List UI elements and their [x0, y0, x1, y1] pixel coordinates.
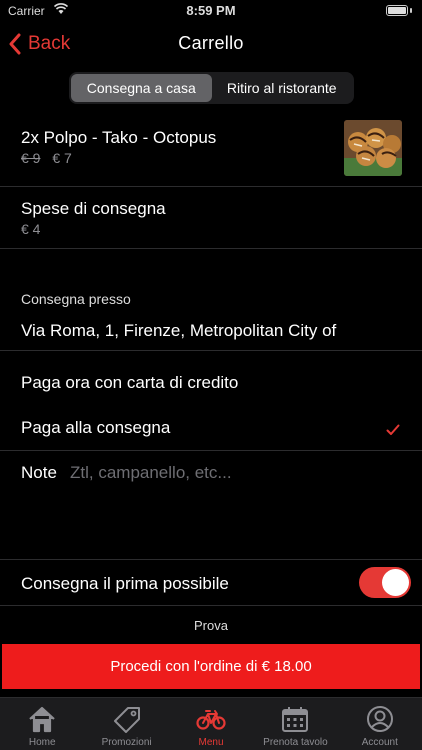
- asap-toggle[interactable]: [359, 567, 411, 598]
- note-row[interactable]: Note Ztl, campanello, etc...: [0, 451, 422, 559]
- tab-promotions-label: Promozioni: [101, 737, 152, 748]
- tab-book-table[interactable]: Prenota tavolo: [253, 698, 337, 750]
- tab-home-label: Home: [28, 737, 56, 748]
- tab-home[interactable]: Home: [0, 698, 84, 750]
- address-value: Via Roma, 1, Firenze, Metropolitan City …: [21, 321, 337, 340]
- navigation-bar: Back Carrello: [0, 22, 422, 66]
- asap-label: Consegna il prima possibile: [21, 574, 229, 593]
- account-icon: [366, 706, 393, 732]
- page-title: Carrello: [178, 33, 244, 53]
- delivery-mode-segmented-control: Consegna a casa Ritiro al ristorante: [69, 72, 354, 104]
- asap-row: Consegna il prima possibile: [0, 560, 422, 604]
- delivery-fee-price: € 4: [21, 221, 41, 237]
- product-image: [344, 120, 402, 176]
- payment-option-card[interactable]: Paga ora con carta di credito: [0, 351, 422, 396]
- tab-book-table-label: Prenota tavolo: [263, 737, 328, 748]
- footer-note: Prova: [194, 618, 228, 633]
- clock: 8:59 PM: [186, 3, 236, 18]
- battery-icon: [386, 5, 408, 16]
- checkmark-icon: [386, 424, 400, 435]
- status-bar: Carrier 8:59 PM: [0, 0, 422, 22]
- delivery-fee-label: Spese di consegna: [21, 199, 166, 218]
- note-label: Note: [21, 463, 57, 482]
- cart-content: 2x Polpo - Tako - Octopus € 9 € 7 Spese …: [0, 112, 422, 696]
- bicycle-icon: [196, 710, 226, 730]
- address-row[interactable]: Consegna presso Via Roma, 1, Firenze, Me…: [0, 249, 422, 350]
- battery-tip: [410, 8, 412, 13]
- tab-menu-label: Menu: [198, 737, 224, 748]
- address-label: Consegna presso: [21, 291, 131, 307]
- segment-home-delivery[interactable]: Consegna a casa: [71, 74, 212, 102]
- cart-item-old-price: € 9: [21, 150, 41, 166]
- tab-bar: Home Promozioni Menu Prenota tavolo Acco…: [0, 697, 422, 750]
- tab-account[interactable]: Account: [338, 698, 422, 750]
- payment-option-cash[interactable]: Paga alla consegna: [0, 396, 422, 450]
- tab-menu[interactable]: Menu: [169, 698, 253, 750]
- octopus-balls-image: [344, 120, 402, 176]
- cart-item-price: € 9 € 7: [21, 150, 72, 166]
- note-input[interactable]: Ztl, campanello, etc...: [70, 463, 232, 483]
- tab-promotions[interactable]: Promozioni: [84, 698, 168, 750]
- tag-icon: [113, 707, 140, 733]
- place-order-button[interactable]: Procedi con l'ordine di € 18.00: [2, 644, 420, 689]
- tab-account-label: Account: [361, 737, 398, 748]
- cart-item-name: 2x Polpo - Tako - Octopus: [21, 128, 217, 147]
- cart-item-row[interactable]: 2x Polpo - Tako - Octopus € 9 € 7: [0, 112, 422, 186]
- payment-option-card-label: Paga ora con carta di credito: [21, 373, 239, 392]
- delivery-fee-row: Spese di consegna € 4: [0, 187, 422, 248]
- divider: [0, 605, 422, 606]
- calendar-icon: [282, 707, 309, 732]
- payment-option-cash-label: Paga alla consegna: [21, 418, 171, 437]
- cart-item-current-price: € 7: [52, 150, 72, 166]
- toggle-knob: [382, 569, 409, 596]
- segment-restaurant-pickup[interactable]: Ritiro al ristorante: [212, 74, 353, 102]
- home-icon: [29, 706, 55, 733]
